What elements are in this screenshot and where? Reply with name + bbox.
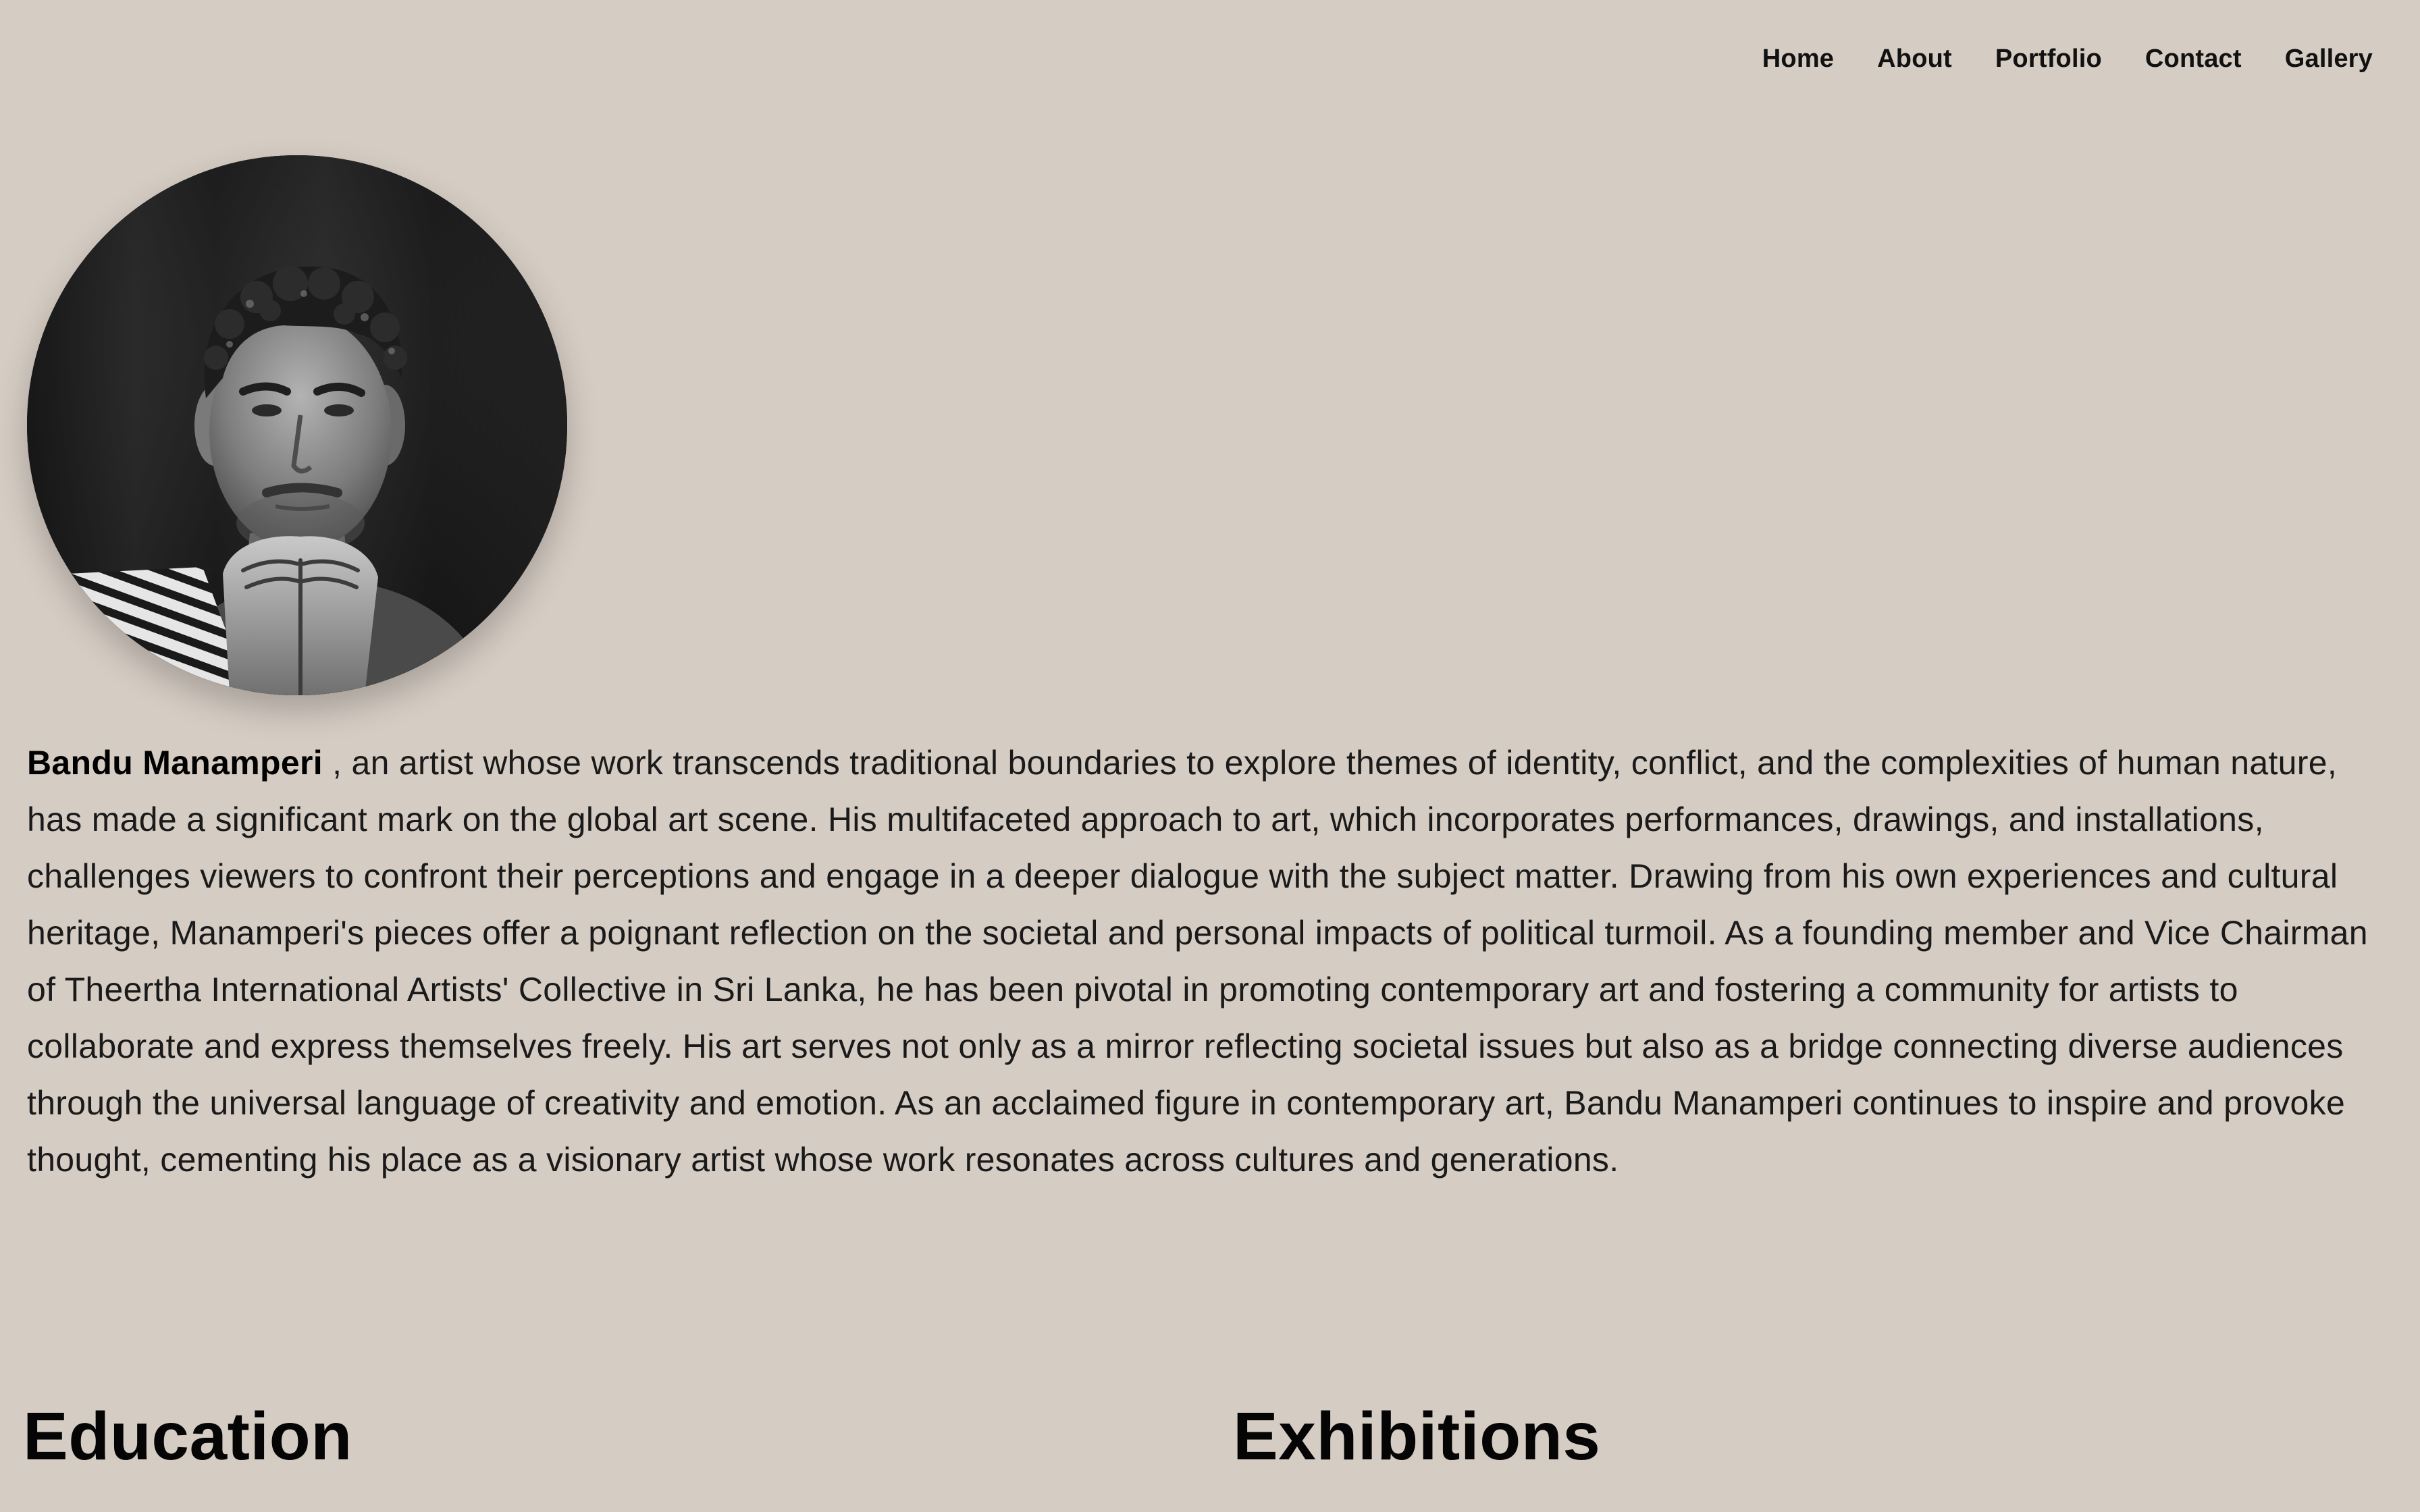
education-heading: Education xyxy=(23,1399,352,1474)
nav-contact[interactable]: Contact xyxy=(2145,46,2242,72)
exhibitions-heading: Exhibitions xyxy=(1233,1399,1601,1474)
bio-text: , an artist whose work transcends tradit… xyxy=(27,744,2368,1179)
main-nav: Home About Portfolio Contact Gallery xyxy=(1762,46,2373,72)
artist-portrait xyxy=(27,155,567,695)
nav-home[interactable]: Home xyxy=(1762,46,1834,72)
artist-bio: Bandu Manamperi , an artist whose work t… xyxy=(27,734,2388,1188)
nav-gallery[interactable]: Gallery xyxy=(2285,46,2373,72)
nav-portfolio[interactable]: Portfolio xyxy=(1995,46,2102,72)
nav-about[interactable]: About xyxy=(1877,46,1952,72)
artist-name: Bandu Manamperi xyxy=(27,744,323,782)
